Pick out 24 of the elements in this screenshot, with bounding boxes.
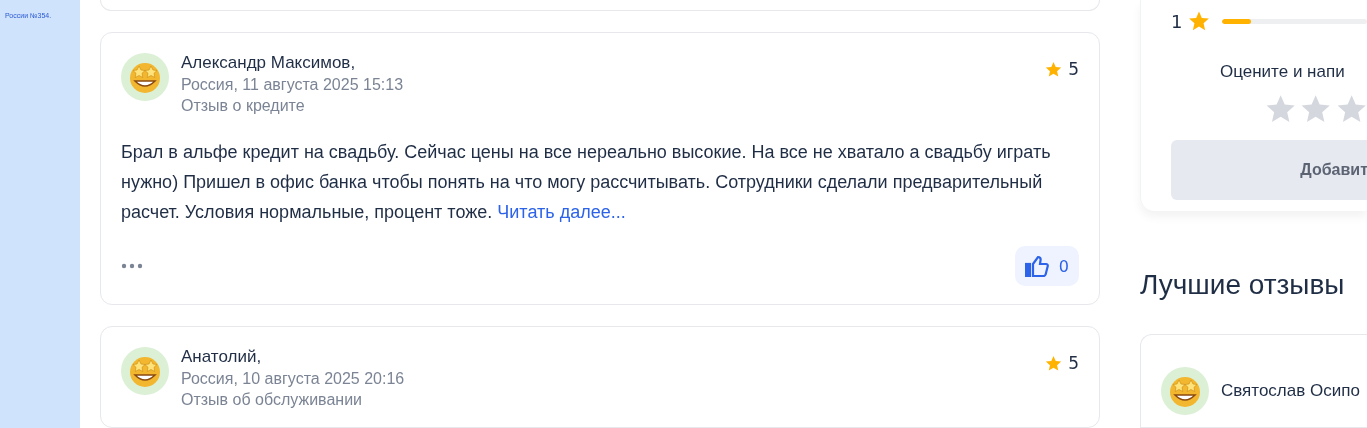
rating-value: 5 bbox=[1068, 353, 1079, 373]
section-title: Лучшие отзывы bbox=[1140, 269, 1346, 302]
review-text: Брал в альфе кредит на свадьбу. Сейчас цены на все нереально высокие. На все не хватало а свадьбу играть нужно) Пришел в офис банка чтобы понять на что могу рассчитывать. Сотрудники сделали предварительный расчет. Условия нормальные, процент тоже. Читать далее... bbox=[121, 141, 1052, 224]
author-name: Александр Максимов, bbox=[181, 53, 357, 73]
like-button[interactable]: 0 bbox=[1014, 246, 1079, 286]
author-name: Святослав Осипо bbox=[1221, 381, 1360, 402]
thumbs-up-icon bbox=[1024, 255, 1049, 277]
rate-prompt: Оцените и напи bbox=[1220, 62, 1346, 82]
rating-value: 5 bbox=[1068, 59, 1079, 79]
avatar-icon bbox=[121, 53, 169, 101]
read-more-link[interactable]: Читать далее... bbox=[497, 202, 626, 222]
review-date: Россия, 11 августа 2025 15:13 bbox=[181, 76, 405, 94]
review-topic: Отзыв о кредите bbox=[181, 97, 306, 115]
add-review-button[interactable]: Добавит bbox=[1171, 140, 1367, 200]
rating-label: 1 bbox=[1171, 10, 1183, 32]
avatar-icon bbox=[1161, 367, 1209, 416]
author-name: Анатолий, bbox=[181, 347, 263, 367]
review-date: Россия, 10 августа 2025 20:16 bbox=[181, 370, 406, 388]
more-icon[interactable] bbox=[121, 263, 143, 269]
review-topic: Отзыв об обслуживании bbox=[181, 391, 364, 409]
star-icon bbox=[1188, 10, 1211, 32]
star-icon bbox=[1045, 354, 1063, 372]
avatar-icon bbox=[121, 347, 169, 395]
star-icon bbox=[1045, 60, 1063, 78]
